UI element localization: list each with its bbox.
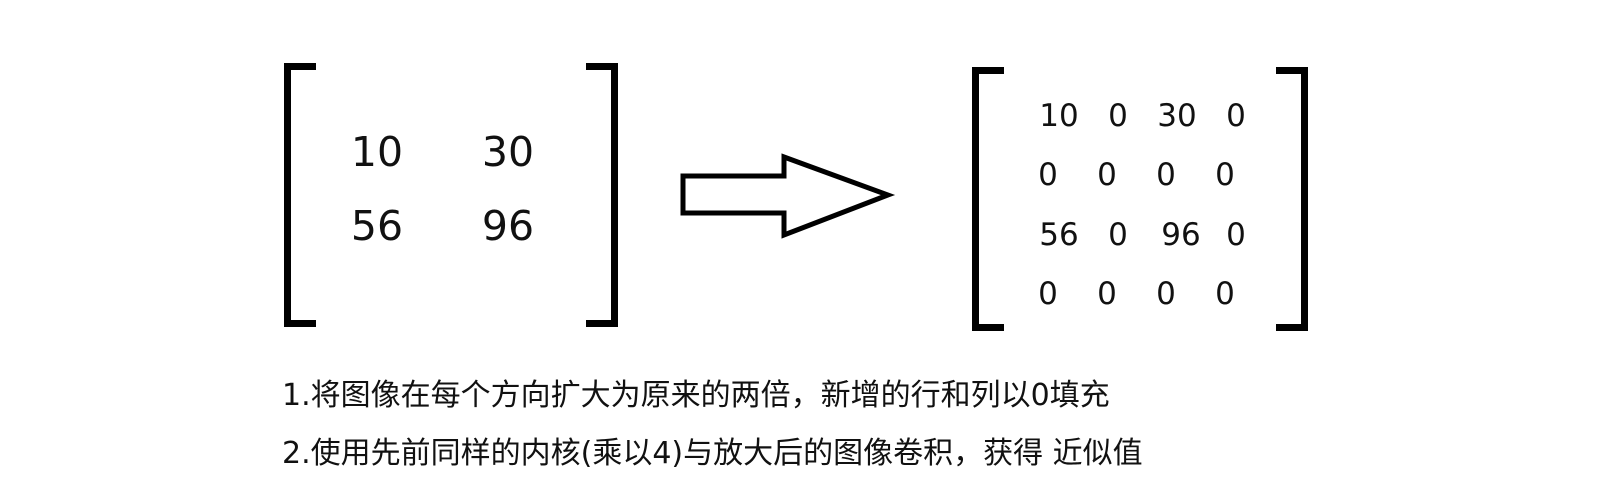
right-matrix-cell: 96 bbox=[1161, 217, 1201, 253]
right-matrix-cell: 56 bbox=[1039, 217, 1079, 253]
right-matrix-cell: 0 bbox=[1156, 276, 1176, 312]
right-matrix-cell: 0 bbox=[1097, 157, 1117, 193]
right-matrix-cell: 30 bbox=[1157, 98, 1197, 134]
right-matrix-cell: 0 bbox=[1108, 217, 1128, 253]
right-matrix-cell: 0 bbox=[1226, 217, 1246, 253]
right-matrix-cell: 0 bbox=[1038, 276, 1058, 312]
right-matrix-cell: 10 bbox=[1039, 98, 1079, 134]
caption-step-1: 1.将图像在每个方向扩大为原来的两倍，新增的行和列以0填充 bbox=[282, 378, 1110, 413]
right-matrix-right-bracket bbox=[1276, 67, 1308, 331]
right-arrow-icon bbox=[680, 153, 896, 239]
right-matrix-left-bracket bbox=[972, 67, 1004, 331]
caption-step-2: 2.使用先前同样的内核(乘以4)与放大后的图像卷积，获得 近似值 bbox=[282, 436, 1143, 471]
right-matrix-cell: 0 bbox=[1038, 157, 1058, 193]
right-matrix-cell: 0 bbox=[1156, 157, 1176, 193]
right-matrix-cell: 0 bbox=[1226, 98, 1246, 134]
right-matrix-cell: 0 bbox=[1215, 157, 1235, 193]
right-matrix-cell: 0 bbox=[1215, 276, 1235, 312]
right-matrix-cell: 0 bbox=[1108, 98, 1128, 134]
right-matrix-cell: 0 bbox=[1097, 276, 1117, 312]
